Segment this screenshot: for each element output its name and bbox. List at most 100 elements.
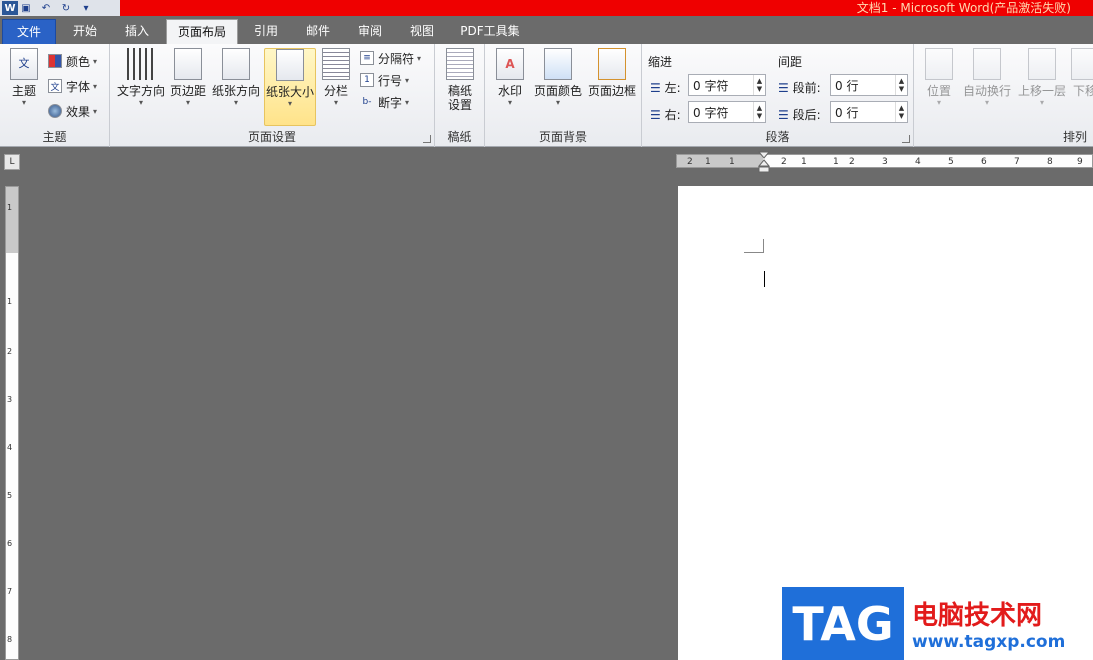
position-button[interactable]: 位置 ▾ bbox=[922, 48, 956, 108]
indent-marker-icon[interactable] bbox=[758, 151, 770, 173]
dialog-launcher-icon[interactable] bbox=[902, 135, 910, 143]
themes-icon: 文 bbox=[10, 48, 38, 80]
site-watermark-logo: TAG 电脑技术网 www.tagxp.com bbox=[782, 587, 1092, 660]
spinner-arrows-icon[interactable]: ▲ ▼ bbox=[895, 102, 907, 122]
chevron-down-icon: ▾ bbox=[405, 75, 410, 85]
indent-right-spinner[interactable]: 0 字符 ▲ ▼ bbox=[688, 101, 766, 123]
ruler-tick: 2 bbox=[7, 347, 13, 356]
ruler-tick: 4 bbox=[7, 443, 13, 452]
tab-file[interactable]: 文件 bbox=[2, 19, 56, 44]
margins-button[interactable]: 页边距 ▾ bbox=[168, 48, 208, 108]
hyphenation-button[interactable]: b- 断字 ▾ bbox=[360, 92, 410, 112]
manuscript-settings-button[interactable]: 稿纸 设置 bbox=[441, 48, 479, 112]
ruler-tick: 2 bbox=[687, 157, 693, 167]
indent-heading: 缩进 bbox=[648, 55, 673, 69]
group-label-arrange: 排列 bbox=[1062, 130, 1087, 144]
ruler-tick: 6 bbox=[7, 539, 13, 548]
spacing-after-spinner[interactable]: 0 行 ▲ ▼ bbox=[830, 101, 908, 123]
undo-icon[interactable]: ↶ bbox=[38, 1, 54, 15]
theme-effects-button[interactable]: 效果 ▾ bbox=[48, 101, 97, 121]
wrap-text-button[interactable]: 自动换行 ▾ bbox=[960, 48, 1014, 108]
tab-selector-icon[interactable]: L bbox=[4, 154, 20, 170]
redo-icon[interactable]: ↻ bbox=[58, 1, 74, 15]
columns-button[interactable]: 分栏 ▾ bbox=[320, 48, 352, 108]
quick-access-toolbar: W ▣ ↶ ↻ ▾ bbox=[0, 0, 120, 16]
group-paragraph: 缩进 间距 ☰ 左: 0 字符 ▲ ▼ ☰ 右: 0 字符 ▲ ▼ ☰ 段前: 0 … bbox=[642, 44, 914, 147]
ruler-tick: 8 bbox=[7, 635, 13, 644]
send-backward-button[interactable]: 下移 bbox=[1070, 48, 1093, 98]
page-size-button[interactable]: 纸张大小 ▾ bbox=[264, 48, 316, 126]
tab-page-layout[interactable]: 页面布局 bbox=[166, 19, 238, 44]
line-numbers-button[interactable]: 1 行号 ▾ bbox=[360, 70, 409, 90]
word-logo-icon[interactable]: W bbox=[2, 1, 18, 15]
text-direction-button[interactable]: 文字方向 ▾ bbox=[116, 48, 166, 108]
horizontal-ruler[interactable]: 2 1 1 2 1 1 2 3 4 5 6 7 8 9 bbox=[676, 154, 1093, 168]
page-color-button[interactable]: 页面颜色 ▾ bbox=[533, 48, 583, 108]
chevron-down-icon: ▾ bbox=[333, 98, 338, 107]
chevron-down-icon: ▾ bbox=[936, 98, 941, 107]
ruler-margin-area bbox=[6, 187, 18, 253]
group-arrange: 位置 ▾ 自动换行 ▾ 上移一层 ▾ 下移 排列 bbox=[914, 44, 1093, 147]
effects-icon bbox=[48, 104, 62, 118]
tab-view[interactable]: 视图 bbox=[400, 19, 444, 44]
chevron-down-icon: ▾ bbox=[507, 98, 512, 107]
save-icon[interactable]: ▣ bbox=[18, 1, 34, 15]
position-icon bbox=[925, 48, 953, 80]
indent-left-spinner[interactable]: 0 字符 ▲ ▼ bbox=[688, 74, 766, 96]
ruler-tick: 3 bbox=[7, 395, 13, 404]
ruler-tick: 1 bbox=[801, 157, 807, 167]
orientation-button[interactable]: 纸张方向 ▾ bbox=[211, 48, 261, 108]
indent-right-label: ☰ 右: bbox=[650, 108, 681, 122]
group-label-page-background: 页面背景 bbox=[538, 130, 587, 144]
chevron-down-icon: ▾ bbox=[93, 106, 98, 116]
group-label-paragraph: 段落 bbox=[765, 130, 790, 144]
ruler-tick: 2 bbox=[849, 157, 855, 167]
indent-left-label: ☰ 左: bbox=[650, 81, 681, 95]
chevron-down-icon: ▾ bbox=[1039, 98, 1044, 107]
tab-review[interactable]: 审阅 bbox=[348, 19, 392, 44]
site-url: www.tagxp.com bbox=[912, 632, 1066, 652]
chevron-down-icon: ▾ bbox=[417, 53, 422, 63]
font-icon: 文 bbox=[48, 79, 62, 93]
themes-button[interactable]: 文 主题 ▾ bbox=[6, 48, 42, 108]
customize-icon[interactable]: ▾ bbox=[78, 1, 94, 15]
spinner-arrows-icon[interactable]: ▲ ▼ bbox=[753, 75, 765, 95]
tab-insert[interactable]: 插入 bbox=[114, 19, 160, 44]
send-backward-icon bbox=[1071, 48, 1093, 80]
ruler-tick: 7 bbox=[7, 587, 13, 596]
watermark-button[interactable]: A 水印 ▾ bbox=[493, 48, 527, 108]
breaks-button[interactable]: ≡ 分隔符 ▾ bbox=[360, 48, 421, 68]
wrap-text-icon bbox=[973, 48, 1001, 80]
indent-right-icon: ☰ bbox=[650, 108, 661, 122]
vertical-ruler[interactable]: 1 1 2 3 4 5 6 7 8 bbox=[5, 186, 19, 660]
text-direction-icon bbox=[127, 48, 155, 80]
theme-colors-button[interactable]: 颜色 ▾ bbox=[48, 51, 97, 71]
group-page-setup: 文字方向 ▾ 页边距 ▾ 纸张方向 ▾ 纸张大小 ▾ 分栏 ▾ ≡ 分隔符 ▾ 1 bbox=[110, 44, 435, 147]
ruler-tick: 1 bbox=[705, 157, 711, 167]
chevron-down-icon: ▾ bbox=[984, 98, 989, 107]
spacing-before-spinner[interactable]: 0 行 ▲ ▼ bbox=[830, 74, 908, 96]
tab-pdf-tools[interactable]: PDF工具集 bbox=[452, 19, 528, 44]
group-page-background: A 水印 ▾ 页面颜色 ▾ 页面边框 页面背景 bbox=[485, 44, 642, 147]
tab-references[interactable]: 引用 bbox=[244, 19, 288, 44]
chevron-down-icon: ▾ bbox=[185, 98, 190, 107]
group-theme: 文 主题 ▾ 颜色 ▾ 文 字体 ▾ 效果 ▾ 主题 bbox=[0, 44, 110, 147]
ruler-tick: 1 bbox=[7, 297, 13, 306]
theme-fonts-button[interactable]: 文 字体 ▾ bbox=[48, 76, 97, 96]
page-borders-button[interactable]: 页面边框 bbox=[586, 48, 638, 98]
ruler-tick: 9 bbox=[1077, 157, 1083, 167]
group-manuscript: 稿纸 设置 稿纸 bbox=[435, 44, 485, 147]
spinner-arrows-icon[interactable]: ▲ ▼ bbox=[895, 75, 907, 95]
manuscript-grid-icon bbox=[446, 48, 474, 80]
tab-mailings[interactable]: 邮件 bbox=[296, 19, 340, 44]
page-borders-icon bbox=[598, 48, 626, 80]
hyphenation-icon: b- bbox=[362, 97, 372, 107]
dialog-launcher-icon[interactable] bbox=[423, 135, 431, 143]
bring-forward-button[interactable]: 上移一层 ▾ bbox=[1016, 48, 1068, 108]
ribbon-tabs: 文件 开始 插入 页面布局 引用 邮件 审阅 视图 PDF工具集 bbox=[0, 16, 1093, 44]
spinner-arrows-icon[interactable]: ▲ ▼ bbox=[753, 102, 765, 122]
ruler-tick: 1 bbox=[7, 203, 13, 212]
ruler-tick: 7 bbox=[1014, 157, 1020, 167]
tab-home[interactable]: 开始 bbox=[62, 19, 108, 44]
spacing-before-label: ☰ 段前: bbox=[778, 81, 821, 95]
